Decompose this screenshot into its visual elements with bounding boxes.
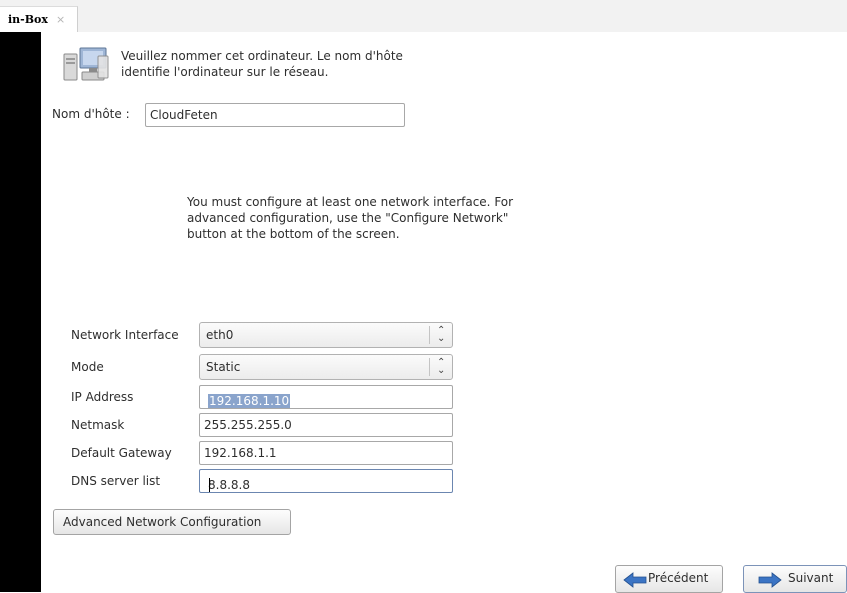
- chevron-updown-icon: ⌃ ⌄: [437, 357, 446, 376]
- mode-label: Mode: [71, 360, 104, 374]
- ip-address-value: 192.168.1.10: [208, 394, 291, 408]
- tab-strip: in-Box ×: [0, 0, 847, 32]
- computer-network-icon: [63, 47, 109, 81]
- network-interface-select[interactable]: eth0 ⌃ ⌄: [199, 322, 453, 348]
- network-info-text: You must configure at least one network …: [187, 195, 514, 241]
- advanced-button-label: Advanced Network Configuration: [63, 515, 262, 529]
- hostname-input[interactable]: CloudFeten: [145, 103, 405, 127]
- tab-vm[interactable]: in-Box ×: [0, 6, 78, 32]
- next-button-label: Suivant: [788, 571, 834, 585]
- hostname-label: Nom d'hôte :: [52, 107, 130, 121]
- left-black-bar: [0, 32, 41, 592]
- previous-button-label: Précédent: [648, 571, 709, 585]
- tab-close-icon[interactable]: ×: [56, 13, 65, 26]
- mode-select[interactable]: Static ⌃ ⌄: [199, 354, 453, 380]
- ip-address-label: IP Address: [71, 390, 134, 404]
- text-caret: [209, 478, 210, 492]
- gateway-label: Default Gateway: [71, 446, 172, 460]
- network-interface-value: eth0: [206, 328, 234, 342]
- hostname-value: CloudFeten: [150, 108, 218, 122]
- dns-value: 8.8.8.8: [208, 478, 250, 492]
- arrow-right-icon: [758, 572, 782, 588]
- mode-value: Static: [206, 360, 241, 374]
- gateway-input[interactable]: 192.168.1.1: [199, 441, 453, 465]
- netmask-value: 255.255.255.0: [204, 418, 292, 432]
- advanced-network-config-button[interactable]: Advanced Network Configuration: [53, 509, 291, 535]
- dns-label: DNS server list: [71, 474, 161, 488]
- dns-input[interactable]: 8.8.8.8: [199, 469, 453, 493]
- tab-label: in-Box: [8, 13, 48, 26]
- hostname-description: Veuillez nommer cet ordinateur. Le nom d…: [121, 49, 403, 79]
- next-button[interactable]: Suivant: [743, 565, 847, 593]
- chevron-updown-icon: ⌃ ⌄: [437, 325, 446, 344]
- network-interface-label: Network Interface: [71, 328, 179, 342]
- ip-address-input[interactable]: 192.168.1.10: [199, 385, 453, 409]
- netmask-input[interactable]: 255.255.255.0: [199, 413, 453, 437]
- gateway-value: 192.168.1.1: [204, 446, 277, 460]
- netmask-label: Netmask: [71, 418, 125, 432]
- arrow-left-icon: [623, 572, 647, 588]
- previous-button[interactable]: Précédent: [615, 565, 723, 593]
